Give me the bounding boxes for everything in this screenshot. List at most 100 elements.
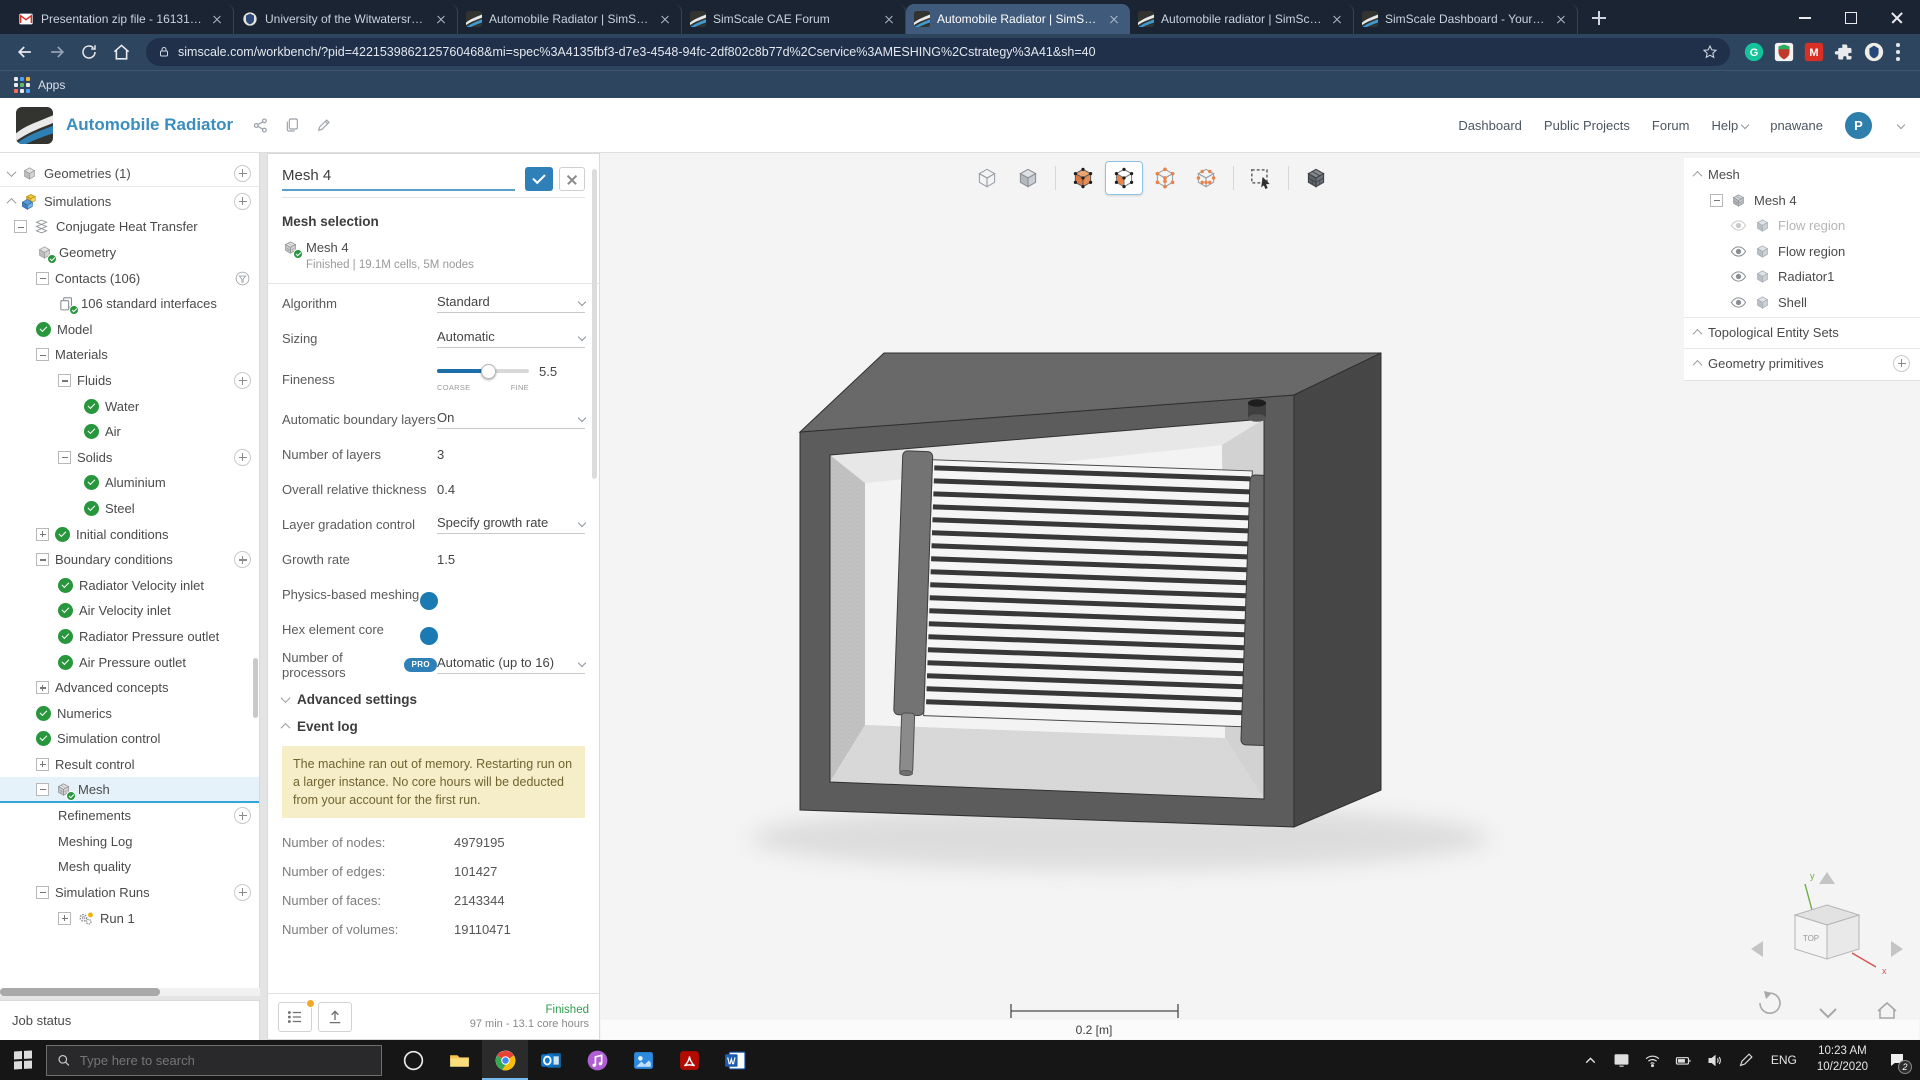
collapse-box-icon[interactable] [36,886,49,899]
address-bar[interactable]: simscale.com/workbench/?pid=422153986212… [146,38,1730,66]
scene-item-geometry-primitives-7[interactable]: Geometry primitives [1684,351,1920,377]
tab-close-icon[interactable] [881,11,897,27]
tree-item-run-1[interactable]: Run 1 [0,905,259,931]
refresh-icon[interactable] [74,37,104,67]
visibility-eye-icon[interactable] [1730,294,1747,311]
chevron-up-icon[interactable] [7,198,17,208]
select-algorithm[interactable]: Standard [437,294,585,313]
add-item-icon[interactable] [234,884,251,901]
select-sizing[interactable]: Automatic [437,329,585,348]
browser-tab-presentation-zip-file-1613153[interactable]: Presentation zip file - 1613153@ [10,4,234,34]
apps-grid-icon[interactable] [14,77,30,93]
tree-item-simulations[interactable]: Simulations [0,189,259,215]
tree-item-aluminium[interactable]: Aluminium [0,470,259,496]
input-growth-rate[interactable]: 1.5 [437,552,455,567]
collapse-box-icon[interactable] [1710,194,1723,207]
university-extension-icon[interactable] [1860,38,1888,66]
add-item-icon[interactable] [234,372,251,389]
share-icon[interactable] [247,112,273,138]
tree-item-fluids[interactable]: Fluids [0,368,259,394]
select-layer-gradation-control[interactable]: Specify growth rate [437,515,585,534]
search-input[interactable] [80,1053,371,1068]
tree-item-meshing-log[interactable]: Meshing Log [0,828,259,854]
tray-chevron-up-icon[interactable] [1577,1040,1604,1080]
acrobat-taskbar-icon[interactable] [666,1040,712,1080]
select-automatic-boundary-layers[interactable]: On [437,410,585,429]
collapse-box-icon[interactable] [14,220,27,233]
add-geometry-primitive-icon[interactable] [1893,355,1910,372]
tree-item-solids[interactable]: Solids [0,445,259,471]
tree-item-air-velocity-inlet[interactable]: Air Velocity inlet [0,598,259,624]
tree-item-conjugate-heat-transfer[interactable]: Conjugate Heat Transfer [0,214,259,240]
tree-item-106-standard-interfaces[interactable]: 106 standard interfaces [0,291,259,317]
add-item-icon[interactable] [234,193,251,210]
chevron-up-icon[interactable] [1693,360,1703,370]
tree-item-contacts-106[interactable]: Contacts (106) [0,265,259,291]
orientation-widget[interactable]: y TOP x [1751,871,1903,1018]
scene-item-flow-region-2[interactable]: Flow region [1684,213,1920,239]
new-tab-button[interactable] [1586,5,1612,31]
nav-help[interactable]: Help [1711,118,1748,133]
face-select-icon[interactable] [1105,161,1143,195]
volume-icon[interactable] [1701,1040,1728,1080]
back-icon[interactable] [10,37,40,67]
expand-box-icon[interactable] [36,681,49,694]
simscale-logo[interactable] [16,107,53,144]
tree-item-mesh[interactable]: Mesh [0,777,259,803]
home-view-icon[interactable] [1878,1003,1896,1018]
settings-scrollbar[interactable] [592,169,597,479]
export-mesh-button[interactable] [318,1002,352,1032]
tree-item-water[interactable]: Water [0,393,259,419]
chevron-up-icon[interactable] [1693,329,1703,339]
mesh-name-input[interactable]: Mesh 4 [282,167,515,191]
shield-extension-icon[interactable] [1770,38,1798,66]
tree-item-result-control[interactable]: Result control [0,752,259,778]
mesh-quality-view-icon[interactable] [1297,161,1335,195]
avatar[interactable]: P [1845,112,1872,139]
display-icon[interactable] [1608,1040,1635,1080]
browser-tab-university-of-the-witwatersran[interactable]: University of the Witwatersrand - [234,4,458,34]
scene-item-mesh-4-1[interactable]: Mesh 4 [1684,188,1920,214]
browser-menu-icon[interactable] [1896,43,1900,61]
tree-item-refinements[interactable]: Refinements [0,803,259,829]
chevron-down-icon[interactable] [7,167,17,177]
maximize-button[interactable] [1828,0,1874,34]
copy-project-icon[interactable] [279,112,305,138]
pen-icon[interactable] [1732,1040,1759,1080]
home-icon[interactable] [106,37,136,67]
tab-close-icon[interactable] [1329,11,1345,27]
tab-close-icon[interactable] [1553,11,1569,27]
tree-item-initial-conditions[interactable]: Initial conditions [0,521,259,547]
nav-public-projects[interactable]: Public Projects [1544,118,1630,133]
add-item-icon[interactable] [234,551,251,568]
collapse-box-icon[interactable] [36,348,49,361]
tree-item-boundary-conditions[interactable]: Boundary conditions [0,547,259,573]
browser-tab-automobile-radiator-simscale-w[interactable]: Automobile Radiator | SimScale W [458,4,682,34]
account-chevron-down-icon[interactable] [1897,121,1905,129]
visibility-eye-icon[interactable] [1730,243,1747,260]
collapse-box-icon[interactable] [58,374,71,387]
grammarly-extension-icon[interactable]: G [1740,38,1768,66]
start-button[interactable] [0,1040,46,1080]
collapse-box-icon[interactable] [36,553,49,566]
box-select-icon[interactable] [1242,161,1280,195]
tree-item-geometry[interactable]: Geometry [0,240,259,266]
outlook-taskbar-icon[interactable] [528,1040,574,1080]
itunes-taskbar-icon[interactable] [574,1040,620,1080]
tab-close-icon[interactable] [433,11,449,27]
nav-forum[interactable]: Forum [1652,118,1690,133]
browser-tab-simscale-cae-forum[interactable]: SimScale CAE Forum [682,4,906,34]
collapse-box-icon[interactable] [36,783,49,796]
clock[interactable]: 10:23 AM 10/2/2020 [1809,1044,1876,1075]
puzzle-extensions-icon[interactable] [1830,38,1858,66]
apply-button[interactable] [525,167,553,191]
radiator-3d-model[interactable] [750,353,1490,870]
visibility-eye-off-icon[interactable] [1730,217,1747,234]
apps-label[interactable]: Apps [38,78,65,92]
tree-item-radiator-pressure-outlet[interactable]: Radiator Pressure outlet [0,624,259,650]
visibility-eye-icon[interactable] [1730,268,1747,285]
tab-close-icon[interactable] [657,11,673,27]
expand-box-icon[interactable] [58,912,71,925]
username-label[interactable]: pnawane [1770,118,1823,133]
tree-item-mesh-quality[interactable]: Mesh quality [0,854,259,880]
